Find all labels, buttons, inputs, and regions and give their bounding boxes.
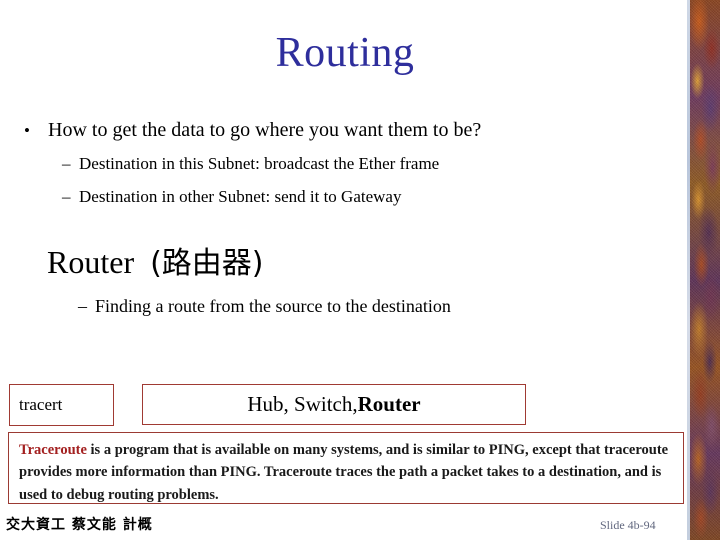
slide-number: Slide 4b-94 — [600, 518, 656, 532]
traceroute-line-1: is a program that is available on many s… — [86, 442, 529, 458]
dash-marker-icon: – — [62, 187, 71, 206]
footer-author: 交大資工 蔡文能 計概 — [6, 517, 153, 533]
decorative-edge-texture — [690, 0, 720, 540]
router-heading: Router (路由器) — [47, 238, 264, 282]
bullet-router-sub-text: Finding a route from the source to the d… — [95, 296, 451, 316]
bullet-router-sub: – Finding a route from the source to the … — [78, 296, 451, 317]
bullet-sub-2-text: Destination in other Subnet: send it to … — [79, 187, 402, 206]
dash-marker-icon: – — [62, 154, 71, 173]
page-title: Routing — [275, 30, 415, 76]
slide-canvas: Routing • How to get the data to go where… — [0, 0, 720, 540]
tracert-box-label: tracert — [19, 395, 63, 414]
traceroute-keyword: Traceroute — [19, 442, 87, 458]
bullet-main-text: How to get the data to go where you want… — [48, 119, 482, 141]
bullet-dot-icon: • — [24, 121, 30, 140]
bullet-main: • How to get the data to go where you wan… — [24, 119, 481, 142]
dash-marker-icon: – — [78, 296, 87, 316]
devices-box-emphasis: Router — [357, 392, 421, 416]
router-heading-cjk: (路由器) — [150, 246, 264, 281]
bullet-sub-1: – Destination in this Subnet: broadcast t… — [62, 154, 439, 174]
devices-box-prefix: Hub, Switch, — [247, 392, 358, 416]
bullet-sub-2: – Destination in other Subnet: send it to… — [62, 187, 401, 207]
tracert-box[interactable]: tracert — [9, 384, 114, 426]
devices-box[interactable]: Hub, Switch, Router — [142, 384, 526, 425]
bullet-sub-1-text: Destination in this Subnet: broadcast th… — [79, 154, 440, 173]
traceroute-note-box: Traceroute is a program that is availabl… — [8, 432, 684, 504]
router-heading-latin: Router — [47, 244, 135, 280]
